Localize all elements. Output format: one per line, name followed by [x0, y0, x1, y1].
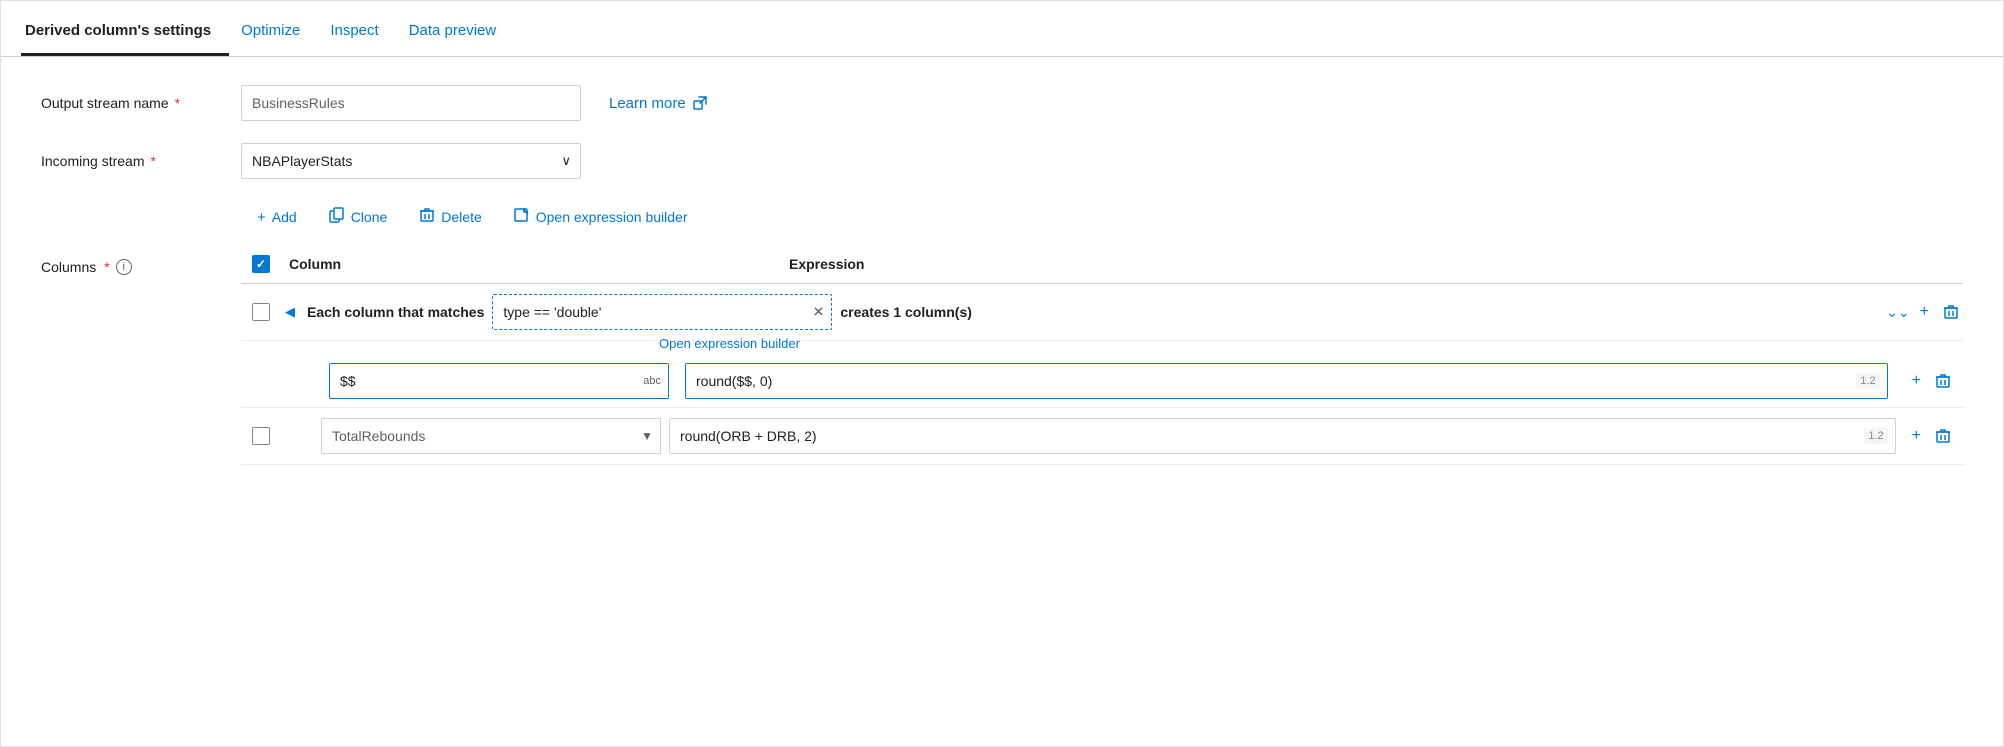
sub-row-dollar: abc 1.2 +: [241, 355, 1963, 408]
select-all-checkbox[interactable]: [252, 255, 270, 273]
expression-builder-icon: [514, 207, 530, 227]
match-add-button[interactable]: +: [1916, 301, 1933, 323]
incoming-stream-label: Incoming stream *: [41, 153, 241, 169]
delete-icon: [419, 207, 435, 227]
columns-info-icon[interactable]: i: [116, 259, 132, 275]
regular-expr-wrapper: 1.2: [669, 418, 1896, 454]
regular-col-chevron-icon: ▼: [641, 429, 653, 443]
output-stream-row: Output stream name * Learn more: [41, 85, 1963, 121]
tab-derived-settings[interactable]: Derived column's settings: [21, 8, 229, 56]
regular-col-input[interactable]: [321, 418, 661, 454]
clone-button[interactable]: Clone: [313, 201, 404, 233]
incoming-stream-select[interactable]: NBAPlayerStats: [241, 143, 581, 179]
table-row: ▼ 1.2 +: [241, 408, 1963, 465]
match-input-wrapper: ✕: [492, 294, 832, 330]
columns-label: Columns * i: [41, 247, 241, 465]
output-stream-required: *: [175, 95, 180, 111]
header-checkbox-cell: [241, 255, 281, 273]
add-button[interactable]: + Add: [241, 203, 313, 232]
match-input-clear-icon[interactable]: ✕: [813, 304, 825, 321]
match-row-expr: creates 1 column(s): [832, 304, 1878, 320]
incoming-stream-row: Incoming stream * NBAPlayerStats ∨: [41, 143, 1963, 179]
columns-section: Columns * i Column Expression: [41, 247, 1963, 465]
sub-expr-input[interactable]: [685, 363, 1888, 399]
collapse-arrow-icon[interactable]: ◀: [285, 304, 295, 320]
tab-inspect[interactable]: Inspect: [326, 8, 396, 56]
sub-add-button[interactable]: +: [1908, 370, 1925, 392]
open-expression-builder-sub-link[interactable]: Open expression builder: [659, 336, 800, 351]
open-expression-builder-button[interactable]: Open expression builder: [498, 201, 704, 233]
match-delete-button[interactable]: [1939, 302, 1963, 322]
learn-more-link[interactable]: Learn more: [609, 95, 708, 112]
regular-expr-type-badge: 1.2: [1864, 428, 1887, 444]
table-row: ◀ Each column that matches ✕ creates 1 c…: [241, 284, 1963, 341]
match-row-actions: ⌄⌄ +: [1886, 301, 1963, 323]
tab-data-preview[interactable]: Data preview: [405, 8, 515, 56]
add-icon: +: [257, 209, 266, 226]
regular-expr-input[interactable]: [669, 418, 1896, 454]
regular-row-checkbox-cell: [241, 427, 281, 445]
column-header: Column: [281, 256, 781, 272]
sub-delete-button[interactable]: [1931, 371, 1955, 391]
sub-col-type-badge: abc: [643, 375, 661, 387]
sub-col-input[interactable]: [329, 363, 669, 399]
match-label: Each column that matches: [307, 304, 484, 320]
external-link-icon: [692, 95, 708, 111]
match-row-col: ◀ Each column that matches ✕: [281, 294, 832, 330]
match-row-group: ◀ Each column that matches ✕ creates 1 c…: [241, 284, 1963, 408]
sub-row-actions: +: [1908, 370, 1955, 392]
sub-expr-wrapper: 1.2: [685, 363, 1888, 399]
tab-optimize[interactable]: Optimize: [237, 8, 318, 56]
regular-row-actions: +: [1908, 425, 1955, 447]
creates-label: creates 1 column(s): [840, 304, 972, 320]
expression-header: Expression: [781, 256, 1963, 272]
sub-expr-type-badge: 1.2: [1856, 373, 1879, 389]
app-container: Derived column's settings Optimize Inspe…: [0, 0, 2004, 747]
open-expr-sub-row: Open expression builder: [241, 335, 1963, 351]
tab-bar: Derived column's settings Optimize Inspe…: [1, 1, 2003, 57]
output-stream-input[interactable]: [241, 85, 581, 121]
sub-col-wrapper: abc: [329, 363, 669, 399]
columns-table: Column Expression ◀: [241, 247, 1963, 465]
regular-delete-button[interactable]: [1931, 426, 1955, 446]
clone-icon: [329, 207, 345, 227]
output-stream-label: Output stream name *: [41, 95, 241, 111]
incoming-stream-required: *: [150, 153, 155, 169]
delete-button[interactable]: Delete: [403, 201, 497, 233]
expand-icon[interactable]: ⌄⌄: [1886, 304, 1909, 321]
regular-row-checkbox[interactable]: [252, 427, 270, 445]
table-header: Column Expression: [241, 247, 1963, 284]
regular-add-button[interactable]: +: [1908, 425, 1925, 447]
regular-col-wrapper: ▼: [321, 418, 661, 454]
match-row-checkbox[interactable]: [252, 303, 270, 321]
match-row-checkbox-cell: [241, 303, 281, 321]
columns-required: *: [104, 259, 109, 275]
incoming-stream-select-wrapper: NBAPlayerStats ∨: [241, 143, 581, 179]
main-content: Output stream name * Learn more Incoming…: [1, 57, 2003, 493]
match-expression-input[interactable]: [492, 294, 832, 330]
columns-toolbar: + Add Clone Delete Open expression buil: [241, 201, 1963, 233]
